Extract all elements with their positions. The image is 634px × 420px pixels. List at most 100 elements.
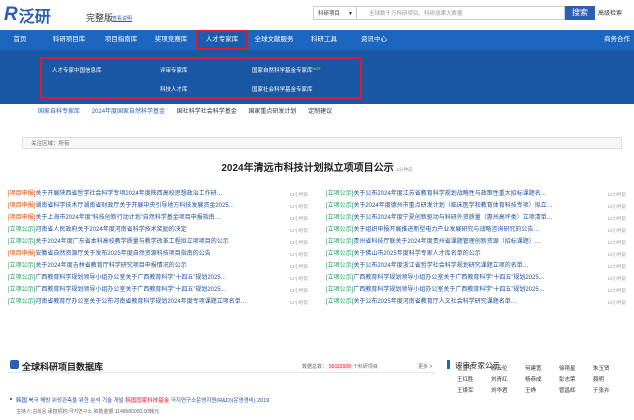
news-time: 12小时前 <box>289 300 308 305</box>
news-row[interactable]: [立项公示]关于公布2024年度江苏省教育科学规划战略性与政策性重大招标课题名…… <box>326 188 626 200</box>
quick-link[interactable]: 定制建议 <box>308 109 332 115</box>
menu-item-talent-db[interactable]: 人才专家中国信息库 <box>52 66 102 74</box>
news-title[interactable]: 贵州省科技厅联关于2024年度贵州省课题管理创新资源（招标课题）… <box>353 239 540 245</box>
news-row[interactable]: [立项公示]关于佛山市2025年度科学专家人才库名单的公示 12小时前 <box>326 248 626 260</box>
news-row[interactable]: [立项公示]关于2024年度德州市重点研发计划（临床医学和教育体育科技专项）拟立… <box>326 200 626 212</box>
news-row[interactable]: [项目申报]安徽省自然资源厅关于发布2025年度自然资源科技项目指南的公告 12小… <box>8 248 308 260</box>
news-title[interactable]: 关于组织申报开展推进新型电力产业发展研究与战略咨询研究的公告… <box>353 227 539 233</box>
news-title[interactable]: 关于开展陕西省哲学社会科学专项2024年度陕西高校思想政治工作研… <box>35 191 222 197</box>
news-row[interactable]: [立项公示]关于公布2024年度浙江省哲学社会科学规划研究课题立项的名单… 12小… <box>326 260 626 272</box>
news-tag: [立项公示] <box>326 215 354 221</box>
news-title[interactable]: 广西教育科学规划领导小组办公室关于广西教育科学“十四五”规划2025… <box>35 275 226 281</box>
news-row[interactable]: [立项公示]广西教育科学规划领导小组办公室关于广西教育科学“十四五”规划2025… <box>8 284 308 296</box>
nav-item-literature[interactable]: 全球文献服务 <box>252 30 296 50</box>
news-tag: [立项公示] <box>326 287 354 293</box>
expert-name[interactable]: 朱玉贤 <box>593 364 610 372</box>
menu-item-tech-talent[interactable]: 科技人才库 <box>160 85 188 93</box>
news-title[interactable]: 关于公布2024年度江苏省教育科学规划战略性与政策性重大招标课题名… <box>353 191 546 197</box>
region-filter[interactable]: 关注区域：所有 <box>22 137 622 149</box>
news-row[interactable]: [项目申报]关于开展陕西省哲学社会科学专项2024年度陕西高校思想政治工作研… 1… <box>8 188 308 200</box>
news-title[interactable]: 河南省教育厅办公室关于公布河南省教育科学规划2024年度专项课题立项名单… <box>35 299 246 305</box>
news-row[interactable]: [立项公示]广西教育科学规划领导小组办公室关于广西教育科学“十四五”规划2025… <box>326 284 626 296</box>
menu-item-reviewer-db[interactable]: 评审专家库 <box>160 66 188 74</box>
edition-label: 完整版 <box>86 13 114 23</box>
news-title[interactable]: 关于2024年度德州市重点研发计划（临床医学和教育体育科技专项）拟立… <box>353 203 552 209</box>
news-row[interactable]: [项目申报]关于上海市2024年度“科技创新行动计划”自然科学基金项目申报指南…… <box>8 212 308 224</box>
search-input[interactable]: 全球数千万科研项目、科研成果大数据 <box>357 6 565 20</box>
search-button[interactable]: 搜索 <box>565 6 595 20</box>
news-title[interactable]: 关于上海市2024年度“科技创新行动计划”自然科学基金项目申报指南… <box>35 215 220 221</box>
logo[interactable]: R 泛研 <box>4 4 51 26</box>
news-tag: [项目申报] <box>8 251 36 257</box>
news-row[interactable]: [项目申报]湖南省科学技术厅湖南省财政厅关于开展中央引导地方科技发展资金2025… <box>8 200 308 212</box>
dropdown-highlight-box <box>40 57 362 99</box>
expert-name[interactable]: 徐艳星 <box>559 364 576 372</box>
nav-item-home[interactable]: 首页 <box>8 30 32 50</box>
news-title[interactable]: 安徽省自然资源厅关于发布2025年度自然资源科技项目指南的公告 <box>35 251 210 257</box>
hot-badge: HOT <box>312 66 321 71</box>
news-row[interactable]: [立项公示]广西教育科学规划领导小组办公室关于广西教育科学“十四五”规划2025… <box>326 272 626 284</box>
expert-name[interactable]: 刘华君 <box>491 386 508 394</box>
expert-name[interactable]: 王焕军 <box>457 386 474 394</box>
quick-link[interactable]: 2024年度国家自然科学基金 <box>92 109 165 115</box>
menu-item-nsfc-experts[interactable]: 国家自然科学基金专家库HOT <box>252 66 321 74</box>
news-title[interactable]: 关于2024年度吉林省教育厅科学研究项目申报情况的公示 <box>35 263 186 269</box>
expert-name[interactable]: 管昌辉 <box>559 386 576 394</box>
nav-item-projects[interactable]: 科研项目库 <box>48 30 90 50</box>
expert-name[interactable]: 杨恭成 <box>525 375 542 383</box>
news-row[interactable]: [立项公示]河南省人民政府关于2024年度河南省科学技术奖励的决定 12小时前 <box>8 224 308 236</box>
expert-name[interactable]: 叙云伦 <box>491 364 508 372</box>
news-title[interactable]: 关于2024年度广东省本科高校教学质量与教学改革工程拟立项项目的公示 <box>35 239 228 245</box>
news-title[interactable]: 广西教育科学规划领导小组办公室关于广西教育科学“十四五”规划2025… <box>353 287 544 293</box>
expert-name[interactable]: 刘青红 <box>491 375 508 383</box>
expert-name[interactable]: 何建宽 <box>525 364 542 372</box>
news-time: 12小时前 <box>607 300 626 305</box>
news-tag: [立项公示] <box>8 239 36 245</box>
advanced-search-link[interactable]: 高级检索 <box>598 8 622 17</box>
main-nav: 首页 科研项目库 项目指南库 奖项竞赛库 人才专家库 全球文献服务 科研工具 资… <box>0 30 634 50</box>
expert-name[interactable]: 王峥 <box>525 386 536 394</box>
news-tag: [立项公示] <box>326 299 354 305</box>
news-row[interactable]: [立项公示]关于公布2024年度宁夏创新驱动与科研外资质量（惠州高坪类）立项清单… <box>326 212 626 224</box>
news-title[interactable]: 关于公布2025年度河南省教育厅人文社会科学研究课题名单… <box>353 299 516 305</box>
news-title[interactable]: 广西教育科学规划领导小组办公室关于广西教育科学“十四五”规划2025… <box>353 275 544 281</box>
news-title[interactable]: 关于公布2024年度浙江省哲学社会科学规划研究课题立项的名单… <box>353 263 528 269</box>
news-title[interactable]: 关于佛山市2025年度科学专家人才库名单的公示 <box>353 251 480 257</box>
news-title[interactable]: 湖南省科学技术厅湖南省财政厅关于开展中央引导地方科技发展资金2025… <box>35 203 234 209</box>
news-row[interactable]: [立项公示]关于公布2025年度河南省教育厅人文社会科学研究课题名单… 12小时前 <box>326 296 626 308</box>
news-row[interactable]: [立项公示]贵州省科技厅联关于2024年度贵州省课题管理创新资源（招标课题）… 1… <box>326 236 626 248</box>
news-row[interactable]: [立项公示]广西教育科学规划领导小组办公室关于广西教育科学“十四五”规划2025… <box>8 272 308 284</box>
nav-item-business[interactable]: 商务合作 <box>604 30 630 50</box>
headline[interactable]: 2024年清远市科技计划拟立项项目公示 3分钟前 <box>0 159 634 174</box>
search-category-select[interactable]: 科研项目 ▼ <box>313 6 357 20</box>
menu-item-nsfc-label: 国家自然科学基金专家库 <box>252 68 313 74</box>
expert-name[interactable]: 聂明 <box>593 375 604 383</box>
expert-name[interactable]: 于张卉 <box>593 386 610 394</box>
news-row[interactable]: [立项公示]关于组织申报开展推进新型电力产业发展研究与战略咨询研究的公告… 12小… <box>326 224 626 236</box>
news-row[interactable]: [立项公示]关于2024年度吉林省教育厅科学研究项目申报情况的公示 12小时前 <box>8 260 308 272</box>
quick-link[interactable]: 国社科学社会科学基金 <box>177 109 237 115</box>
database-entry[interactable]: 韩国 북극 해빙 위성관측을 위한 분석 기술 개발 韩国国家科技基金 극지연구… <box>16 396 269 404</box>
expert-name[interactable]: 彭志荣 <box>559 375 576 383</box>
quick-link[interactable]: 国家自科专家库 <box>38 109 80 115</box>
news-title[interactable]: 关于公布2024年度宁夏创新驱动与科研外资质量（惠州高坪类）立项清单… <box>353 215 552 221</box>
nav-item-news[interactable]: 资讯中心 <box>356 30 392 50</box>
news-row[interactable]: [立项公示]河南省教育厅办公室关于公布河南省教育科学规划2024年度专项课题立项… <box>8 296 308 308</box>
menu-item-nssfc-experts[interactable]: 国家社会科学基金专家库 <box>252 85 313 93</box>
nav-item-experts[interactable]: 人才专家库 <box>196 30 248 50</box>
section-accent <box>447 360 450 369</box>
news-title[interactable]: 河南省人民政府关于2024年度河南省科学技术奖励的决定 <box>35 227 186 233</box>
nav-item-awards[interactable]: 奖项竞赛库 <box>150 30 192 50</box>
expert-name[interactable]: 王红胜 <box>457 375 474 383</box>
news-list-right: [立项公示] 关于公布2024年度江苏省教育科学规划战略性与政策性重大招标课题名…… <box>326 188 626 308</box>
edition-info-link[interactable]: 查看说明 <box>112 15 132 22</box>
news-title[interactable]: 广西教育科学规划领导小组办公室关于广西教育科学“十四五”规划2025… <box>35 287 226 293</box>
database-more-link[interactable]: 更多 > <box>418 363 432 370</box>
nav-item-guides[interactable]: 项目指南库 <box>100 30 142 50</box>
expert-name[interactable]: 张显宇 <box>457 364 474 372</box>
quick-link[interactable]: 国家重点研发计划 <box>248 109 296 115</box>
entry-tag: 韩国国家科技基金 <box>125 398 170 404</box>
news-row[interactable]: [立项公示]关于2024年度广东省本科高校教学质量与教学改革工程拟立项项目的公示… <box>8 236 308 248</box>
news-tag: [立项公示] <box>326 251 354 257</box>
nav-item-tools[interactable]: 科研工具 <box>306 30 342 50</box>
